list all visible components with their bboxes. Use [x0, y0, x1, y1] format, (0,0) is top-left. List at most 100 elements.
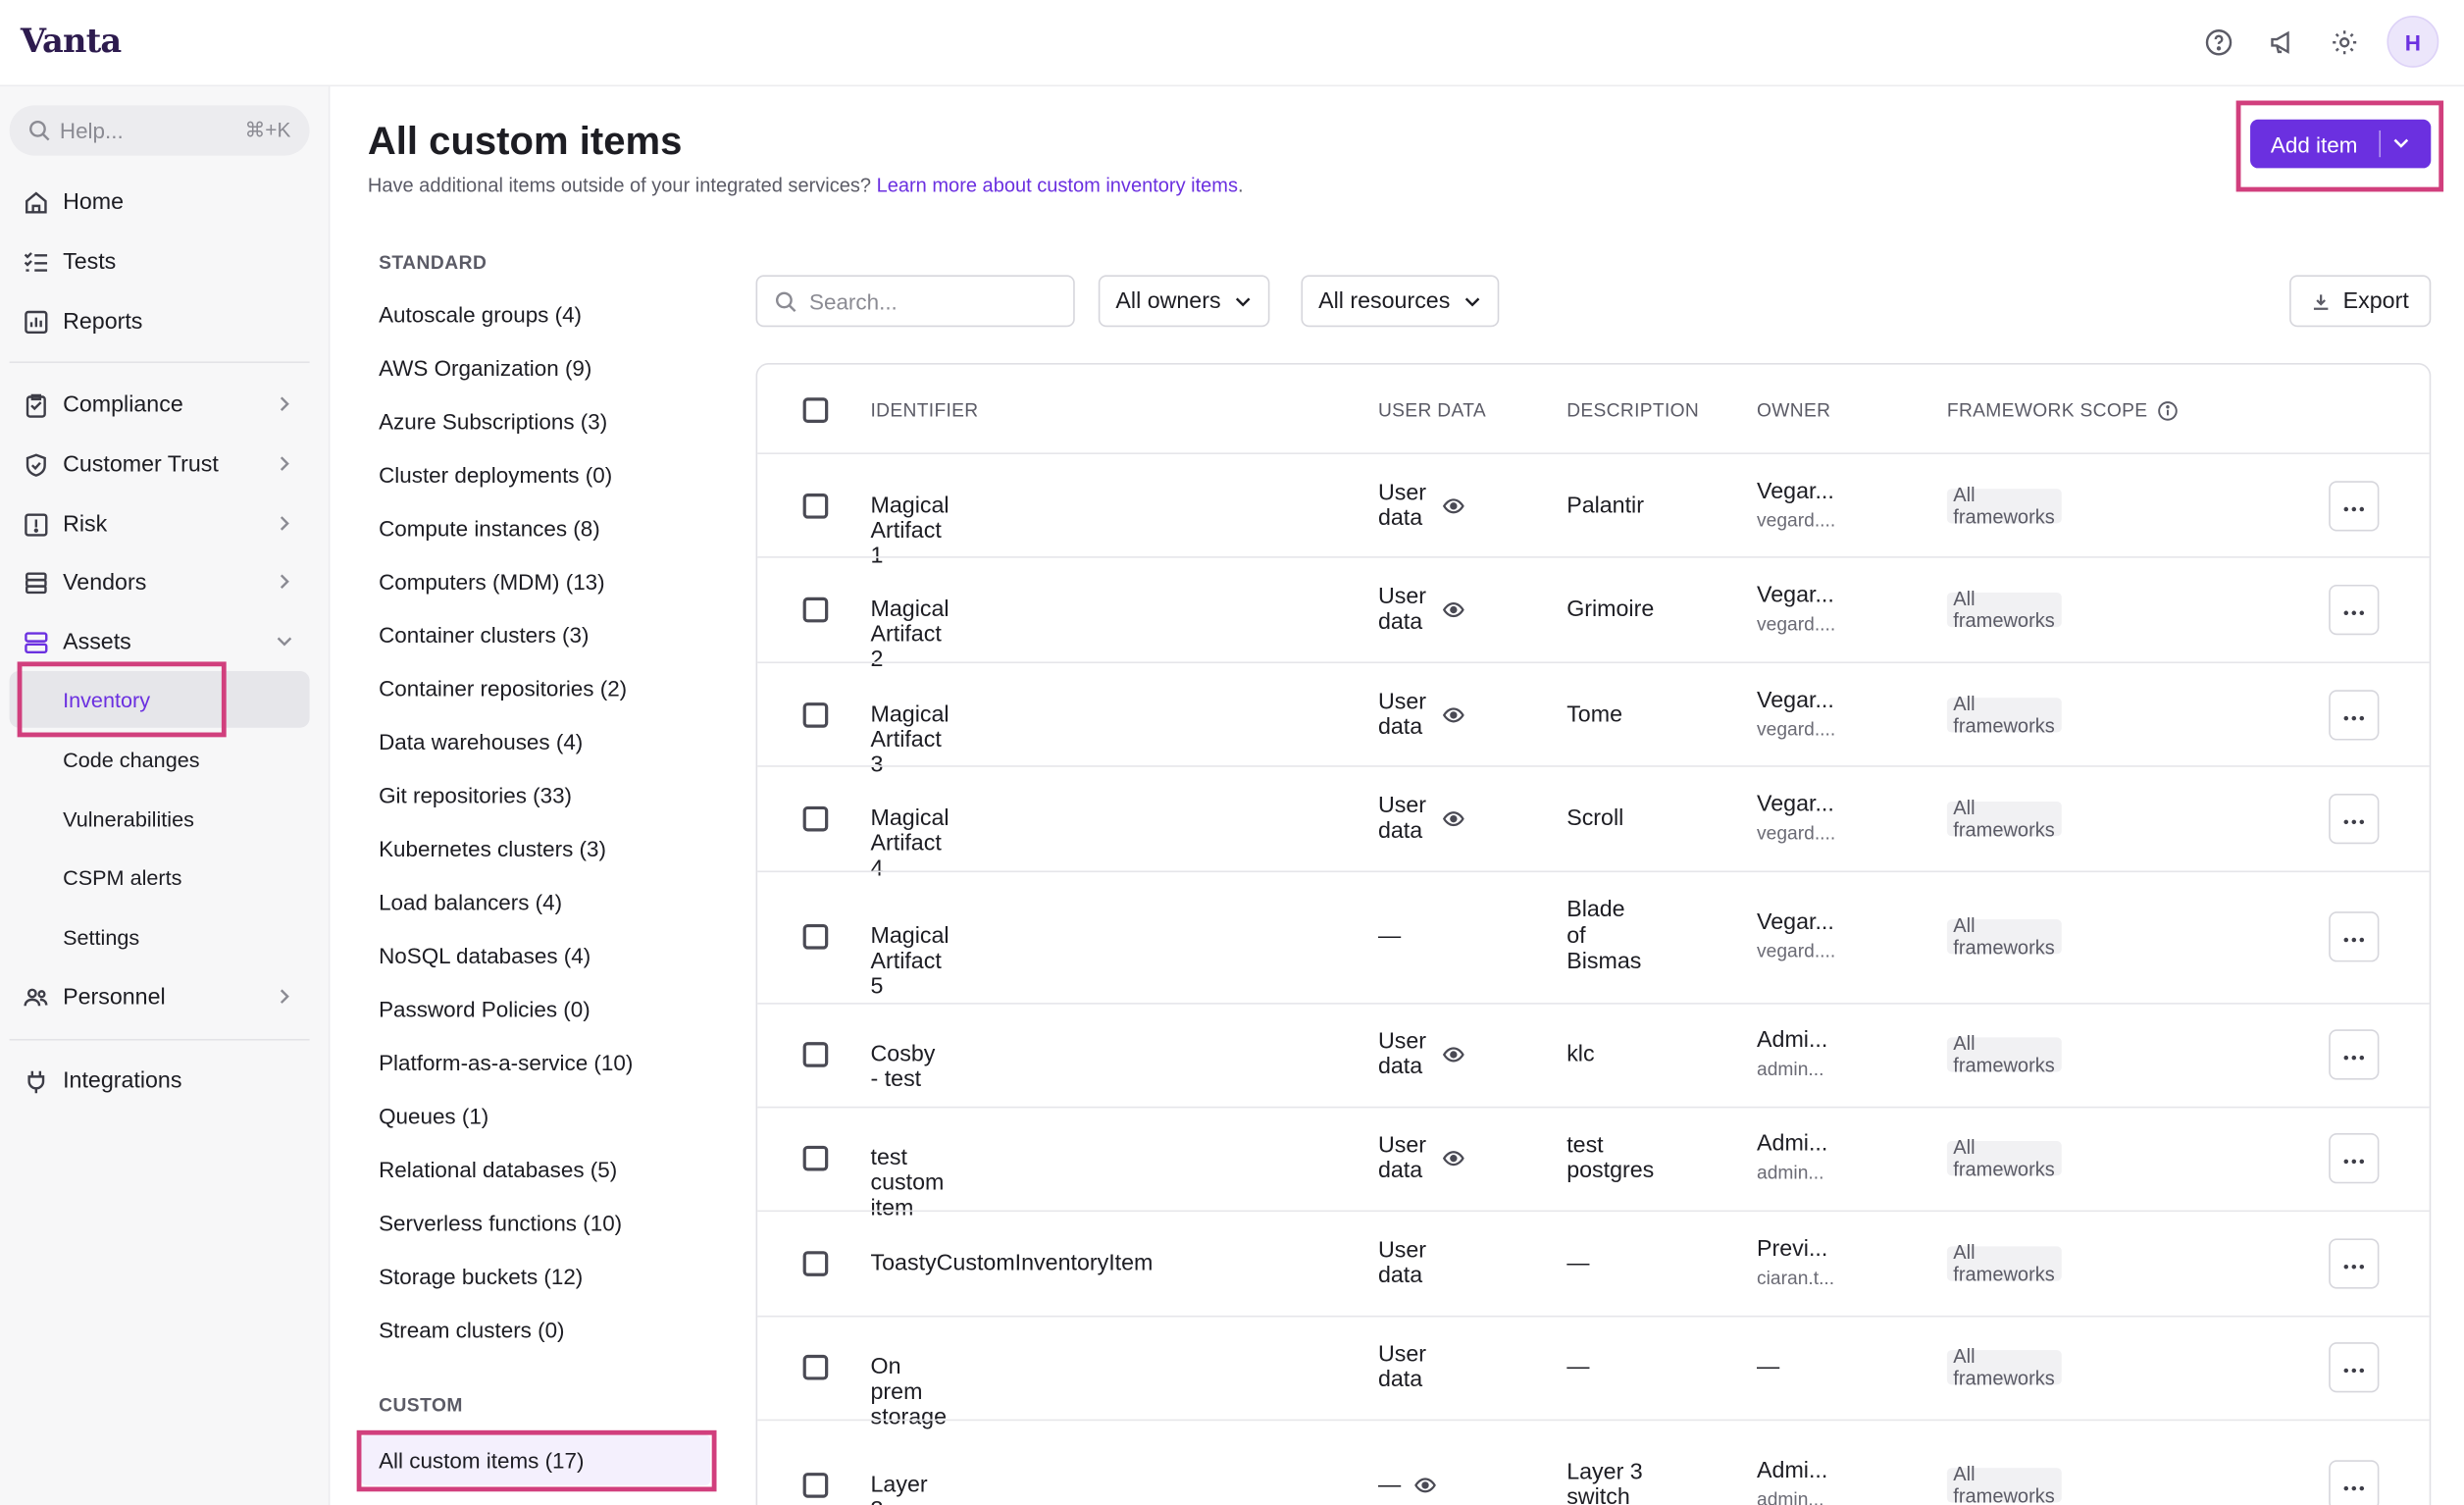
more-actions-button[interactable]: [2329, 1133, 2380, 1184]
add-item-button[interactable]: Add item: [2250, 119, 2432, 169]
info-icon[interactable]: [2157, 400, 2178, 421]
category-item[interactable]: Computers (MDM) (13): [379, 569, 605, 595]
sidebar-item-tests[interactable]: Tests: [10, 234, 310, 291]
category-item[interactable]: Autoscale groups (4): [379, 302, 582, 328]
column-header-identifier[interactable]: IDENTIFIER: [871, 399, 979, 421]
identifier-cell[interactable]: Layer 3 Switch: [871, 1473, 938, 1505]
row-checkbox[interactable]: [802, 597, 829, 623]
category-item[interactable]: AWS Organization (9): [379, 355, 591, 381]
identifier-cell[interactable]: Magical Artifact 5: [871, 924, 950, 1000]
category-item[interactable]: Stream clusters (0): [379, 1317, 564, 1342]
chevron-down-icon[interactable]: [2390, 132, 2412, 154]
eye-icon[interactable]: [1442, 1147, 1464, 1168]
eye-icon[interactable]: [1442, 704, 1464, 726]
more-actions-button[interactable]: [2329, 794, 2380, 845]
owner-name: Admi...: [1757, 1131, 1828, 1158]
category-item[interactable]: Container repositories (2): [379, 676, 627, 701]
search-box[interactable]: [755, 275, 1075, 328]
sidebar-subitem-settings[interactable]: Settings: [10, 908, 310, 965]
category-item[interactable]: Kubernetes clusters (3): [379, 836, 606, 861]
category-item[interactable]: Cluster deployments (0): [379, 462, 612, 488]
owner-cell: Admi... admin...: [1757, 1131, 1827, 1183]
ellipsis-icon: [2343, 922, 2365, 951]
category-item[interactable]: Queues (1): [379, 1104, 488, 1129]
framework-scope-badge: All frameworks: [1946, 588, 2062, 632]
owners-dropdown[interactable]: All owners: [1098, 275, 1270, 328]
more-actions-button[interactable]: [2329, 1029, 2380, 1080]
description-line: test: [1566, 1132, 1604, 1158]
gear-icon[interactable]: [2324, 22, 2365, 63]
category-item[interactable]: Password Policies (0): [379, 997, 590, 1022]
more-actions-button[interactable]: [2329, 690, 2380, 741]
owner-email: admin...: [1757, 1488, 1824, 1505]
sidebar-item-risk[interactable]: Risk: [10, 496, 310, 553]
sidebar-item-reports[interactable]: Reports: [10, 294, 310, 351]
eye-icon[interactable]: [1442, 598, 1464, 620]
user-data-line: User: [1377, 1132, 1427, 1158]
category-item[interactable]: Data warehouses (4): [379, 729, 583, 754]
select-all-checkbox[interactable]: [802, 397, 829, 423]
user-data-cell: User data: [1378, 584, 1426, 636]
learn-more-link[interactable]: Learn more about custom inventory items: [877, 175, 1238, 196]
category-item[interactable]: Storage buckets (12): [379, 1264, 583, 1289]
sidebar-subitem-vulnerabilities[interactable]: Vulnerabilities: [10, 791, 310, 848]
user-data-line: User: [1377, 584, 1427, 609]
category-item[interactable]: Git repositories (33): [379, 783, 572, 808]
megaphone-icon[interactable]: [2261, 22, 2302, 63]
eye-icon[interactable]: [1414, 1475, 1436, 1496]
avatar[interactable]: H: [2387, 16, 2439, 68]
row-checkbox[interactable]: [802, 702, 829, 728]
sidebar-subitem-code-changes[interactable]: Code changes: [10, 731, 310, 788]
sidebar-subitem-cspm-alerts[interactable]: CSPM alerts: [10, 849, 310, 906]
more-actions-button[interactable]: [2329, 481, 2380, 532]
description-cell: Blade of Bismas: [1566, 898, 1658, 975]
framework-scope-badge: All frameworks: [1946, 797, 2062, 841]
sidebar-item-compliance[interactable]: Compliance: [10, 377, 310, 434]
row-checkbox[interactable]: [802, 1251, 829, 1276]
more-actions-button[interactable]: [2329, 1238, 2380, 1289]
category-item[interactable]: Load balancers (4): [379, 890, 562, 915]
row-checkbox[interactable]: [802, 805, 829, 832]
eye-icon[interactable]: [1442, 807, 1464, 829]
user-data-line: User: [1377, 689, 1427, 715]
identifier-cell[interactable]: Cosby - test: [871, 1042, 936, 1092]
chevron-right-icon: [280, 396, 289, 411]
vanta-logo[interactable]: Vanta: [21, 21, 122, 60]
sidebar-item-home[interactable]: Home: [10, 175, 310, 232]
chevron-down-icon: [1464, 296, 1480, 306]
category-item[interactable]: Container clusters (3): [379, 622, 589, 648]
user-data-line: User: [1377, 1341, 1427, 1367]
more-actions-button[interactable]: [2329, 1460, 2380, 1505]
row-checkbox[interactable]: [802, 1042, 829, 1067]
row-checkbox[interactable]: [802, 1354, 829, 1380]
sidebar-item-customer-trust[interactable]: Customer Trust: [10, 437, 310, 493]
more-actions-button[interactable]: [2329, 584, 2380, 636]
category-all-custom-items[interactable]: All custom items (17): [361, 1434, 711, 1485]
eye-icon[interactable]: [1442, 495, 1464, 517]
category-item[interactable]: Azure Subscriptions (3): [379, 409, 607, 435]
sidebar-subitem-inventory[interactable]: Inventory: [9, 671, 310, 728]
category-item[interactable]: Platform-as-a-service (10): [379, 1050, 633, 1075]
row-checkbox[interactable]: [802, 1473, 829, 1498]
resources-dropdown[interactable]: All resources: [1301, 275, 1500, 328]
row-checkbox[interactable]: [802, 923, 829, 950]
sidebar-item-personnel[interactable]: Personnel: [10, 969, 310, 1026]
search-input[interactable]: [809, 287, 1046, 314]
sidebar-item-vendors[interactable]: Vendors: [10, 555, 310, 612]
sidebar-item-integrations[interactable]: Integrations: [10, 1053, 310, 1110]
identifier-cell[interactable]: ToastyCustomInventoryItem: [871, 1251, 1154, 1276]
category-item[interactable]: Relational databases (5): [379, 1157, 617, 1182]
row-checkbox[interactable]: [802, 1145, 829, 1171]
category-item[interactable]: Serverless functions (10): [379, 1211, 622, 1236]
help-search[interactable]: Help... ⌘+K: [9, 105, 310, 156]
sidebar-item-assets[interactable]: Assets: [10, 614, 310, 671]
export-button[interactable]: Export: [2289, 275, 2432, 328]
column-header-owner[interactable]: OWNER: [1757, 399, 1830, 421]
row-checkbox[interactable]: [802, 493, 829, 519]
more-actions-button[interactable]: [2329, 911, 2380, 962]
more-actions-button[interactable]: [2329, 1342, 2380, 1393]
eye-icon[interactable]: [1442, 1044, 1464, 1065]
category-item[interactable]: Compute instances (8): [379, 515, 600, 541]
help-circle-icon[interactable]: [2198, 22, 2239, 63]
category-item[interactable]: NoSQL databases (4): [379, 943, 590, 968]
